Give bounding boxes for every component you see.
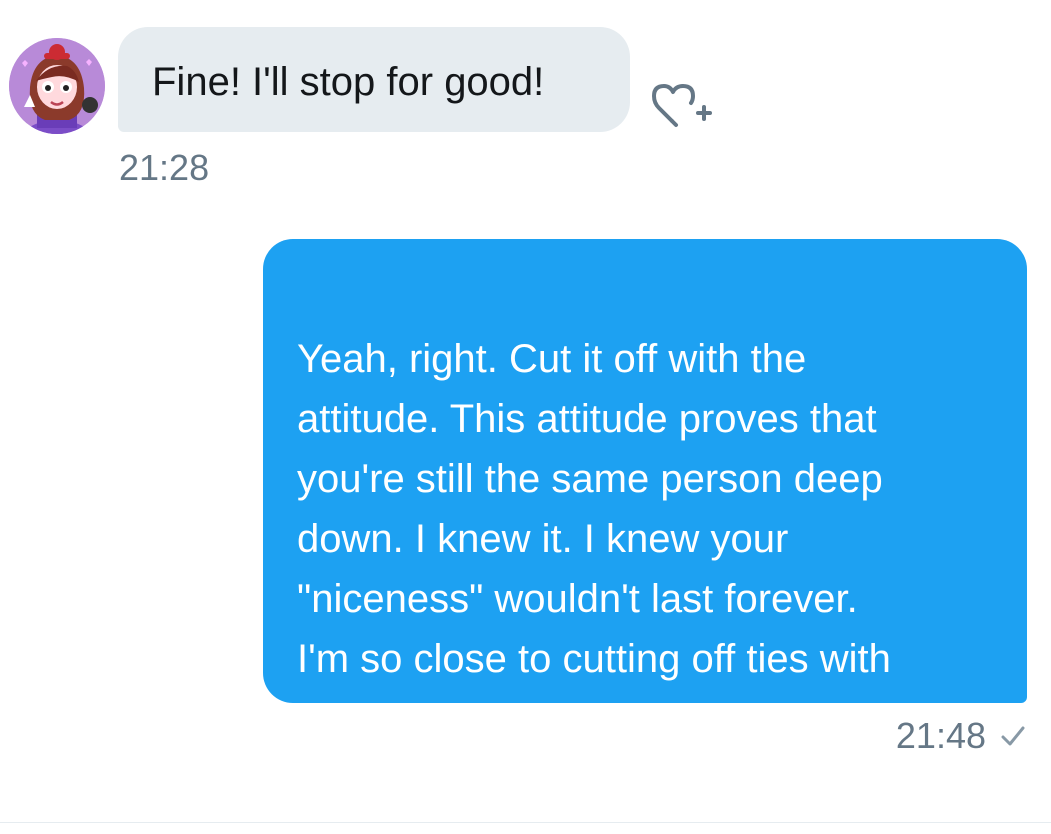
outgoing-message-text: Yeah, right. Cut it off with the attitud… bbox=[297, 337, 891, 741]
react-button[interactable] bbox=[652, 78, 716, 132]
check-icon bbox=[1001, 726, 1025, 746]
outgoing-message-bubble[interactable]: Yeah, right. Cut it off with the attitud… bbox=[263, 239, 1027, 741]
bottom-divider bbox=[0, 822, 1051, 823]
avatar[interactable] bbox=[9, 38, 105, 134]
avatar-icon bbox=[9, 38, 105, 134]
outgoing-message-time: 21:48 bbox=[895, 715, 986, 756]
incoming-message-time: 21:28 bbox=[119, 147, 210, 188]
incoming-message-bubble[interactable]: Fine! I'll stop for good! bbox=[118, 27, 630, 132]
outgoing-message-status: 21:48 bbox=[896, 716, 1026, 756]
incoming-message-text: Fine! I'll stop for good! bbox=[152, 60, 545, 104]
heart-plus-icon bbox=[652, 84, 712, 127]
